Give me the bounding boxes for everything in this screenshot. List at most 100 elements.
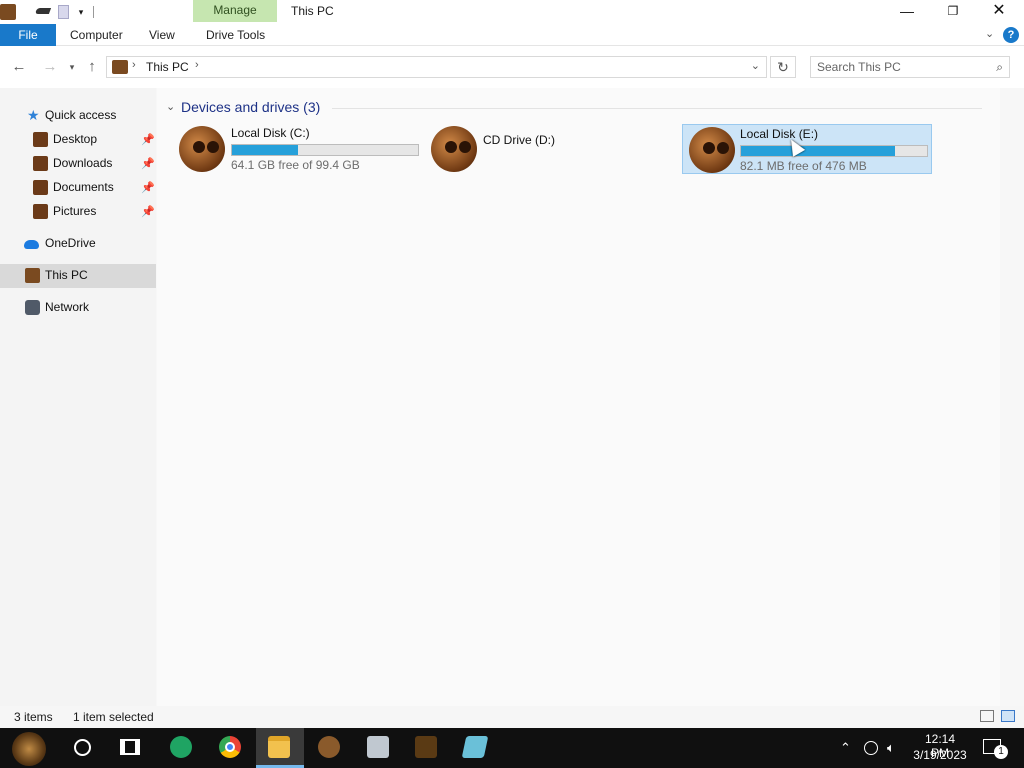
- pin-icon: 📌: [141, 158, 155, 170]
- downloads-folder-icon: [33, 156, 48, 171]
- drive-name: Local Disk (C:): [231, 126, 310, 140]
- usage-bar-fill: [232, 145, 299, 155]
- network-icon: [25, 300, 40, 315]
- back-arrow-icon[interactable]: ←: [9, 57, 29, 77]
- cloud-icon: [24, 240, 39, 249]
- desktop-folder-icon: [33, 132, 48, 147]
- window-title: This PC: [291, 4, 334, 18]
- expand-ribbon-chevron-icon[interactable]: ⌄: [985, 27, 994, 40]
- network-icon[interactable]: [864, 741, 878, 755]
- restore-button[interactable]: ❐: [930, 0, 976, 24]
- sidebar-item-desktop[interactable]: Desktop 📌: [0, 128, 156, 152]
- recent-locations-chevron-icon[interactable]: ▾: [65, 57, 79, 77]
- tab-view[interactable]: View: [141, 24, 183, 46]
- search-icon[interactable]: [74, 739, 91, 756]
- new-folder-icon[interactable]: [58, 5, 69, 19]
- start-button[interactable]: [12, 732, 46, 766]
- sheets-app-icon[interactable]: [170, 736, 192, 758]
- clock-date[interactable]: 3/19/2023: [912, 748, 968, 762]
- large-icons-view-icon[interactable]: [1001, 710, 1015, 722]
- tab-file[interactable]: File: [0, 24, 56, 46]
- pin-icon: 📌: [141, 182, 155, 194]
- drive-name: Local Disk (E:): [740, 127, 819, 141]
- drive-icon: [179, 126, 225, 172]
- search-box[interactable]: ⌕: [810, 56, 1010, 78]
- sidebar-item-label: This PC: [45, 268, 88, 282]
- details-view-icon[interactable]: [980, 710, 994, 722]
- sidebar-item-label: Documents: [53, 180, 114, 194]
- sidebar-item-onedrive[interactable]: OneDrive: [0, 232, 156, 256]
- status-bar: 3 items 1 item selected: [0, 706, 1024, 728]
- volume-icon[interactable]: 🔈︎: [887, 740, 895, 756]
- task-view-icon[interactable]: [120, 739, 140, 755]
- minimize-button[interactable]: —: [884, 0, 930, 24]
- ribbon-tabs: File Computer View Drive Tools ⌄ ?: [0, 24, 1024, 46]
- pictures-folder-icon: [33, 204, 48, 219]
- address-toolbar: ← → ▾ ↑ › This PC › ⌄ ↻ ⌕: [0, 46, 1024, 88]
- toolbar-divider: [93, 6, 94, 18]
- sidebar-item-label: OneDrive: [45, 236, 96, 250]
- refresh-icon[interactable]: ↻: [770, 56, 796, 78]
- address-bar[interactable]: › This PC › ⌄: [106, 56, 767, 78]
- sidebar-item-pictures[interactable]: Pictures 📌: [0, 200, 156, 224]
- file-explorer-icon[interactable]: [268, 736, 290, 758]
- up-arrow-icon[interactable]: ↑: [82, 57, 102, 77]
- drive-free-space: 82.1 MB free of 476 MB: [740, 159, 867, 173]
- pin-icon: 📌: [141, 134, 155, 146]
- customize-toolbar-chevron-icon[interactable]: ▾: [76, 5, 86, 19]
- sidebar-item-this-pc[interactable]: This PC: [0, 264, 156, 288]
- usage-bar: [740, 145, 928, 157]
- navigation-pane: ★ Quick access Desktop 📌 Downloads 📌 Doc…: [0, 88, 156, 706]
- search-input[interactable]: [817, 59, 982, 75]
- breadcrumb-this-pc[interactable]: This PC: [146, 60, 189, 74]
- collapse-chevron-icon[interactable]: ⌄: [166, 100, 175, 113]
- breadcrumb-chevron-icon[interactable]: ›: [132, 59, 136, 71]
- forward-arrow-icon[interactable]: →: [40, 57, 60, 77]
- drive-icon: [689, 127, 735, 173]
- usage-bar-fill: [741, 146, 895, 156]
- pinned-app-icon[interactable]: [318, 736, 340, 758]
- sidebar-item-downloads[interactable]: Downloads 📌: [0, 152, 156, 176]
- drive-tile-d[interactable]: CD Drive (D:): [431, 124, 681, 174]
- group-divider: [332, 108, 982, 109]
- taskbar: ⌃ 🔈︎ 12:14 PM 3/19/2023 1: [0, 728, 1024, 768]
- breadcrumb-chevron-icon[interactable]: ›: [195, 59, 199, 71]
- drive-tile-e[interactable]: Local Disk (E:) 82.1 MB free of 476 MB: [682, 124, 932, 174]
- tab-computer[interactable]: Computer: [62, 24, 131, 46]
- file-view: ⌄ Devices and drives (3) Local Disk (C:)…: [157, 88, 1000, 706]
- app-folder-icon[interactable]: [0, 4, 16, 20]
- tab-manage[interactable]: Manage: [193, 0, 277, 22]
- chrome-icon[interactable]: [219, 736, 241, 758]
- sidebar-item-label: Pictures: [53, 204, 97, 218]
- documents-folder-icon: [33, 180, 48, 195]
- cd-drive-icon: [431, 126, 477, 172]
- group-title: Devices and drives (3): [181, 99, 321, 115]
- title-bar: ▾ Manage This PC — ❐ ✕: [0, 0, 1024, 24]
- this-pc-icon: [112, 60, 128, 74]
- drive-tile-c[interactable]: Local Disk (C:) 64.1 GB free of 99.4 GB: [179, 124, 429, 174]
- sidebar-item-label: Downloads: [53, 156, 113, 170]
- sidebar-item-label: Quick access: [45, 108, 117, 122]
- sidebar-item-documents[interactable]: Documents 📌: [0, 176, 156, 200]
- properties-icon[interactable]: [34, 8, 52, 14]
- sidebar-item-network[interactable]: Network: [0, 296, 156, 320]
- this-pc-icon: [25, 268, 40, 283]
- drive-name: CD Drive (D:): [483, 133, 555, 147]
- search-icon[interactable]: ⌕: [996, 60, 1003, 75]
- pinned-app-icon[interactable]: [461, 736, 489, 758]
- sidebar-item-quick-access[interactable]: ★ Quick access: [0, 104, 156, 128]
- sidebar-item-label: Desktop: [53, 132, 98, 146]
- drive-free-space: 64.1 GB free of 99.4 GB: [231, 158, 360, 172]
- notification-count-badge: 1: [994, 745, 1008, 759]
- close-button[interactable]: ✕: [976, 0, 1022, 24]
- help-icon[interactable]: ?: [1003, 27, 1019, 43]
- tab-drive-tools[interactable]: Drive Tools: [198, 24, 273, 46]
- pinned-app-icon[interactable]: [415, 736, 437, 758]
- pin-icon: 📌: [141, 206, 155, 218]
- sidebar-item-label: Network: [45, 300, 90, 314]
- pinned-app-icon[interactable]: [367, 736, 389, 758]
- show-hidden-icons-chevron-icon[interactable]: ⌃: [840, 740, 851, 756]
- address-history-chevron-icon[interactable]: ⌄: [751, 59, 760, 72]
- usage-bar: [231, 144, 419, 156]
- selection-count: 1 item selected: [73, 710, 154, 724]
